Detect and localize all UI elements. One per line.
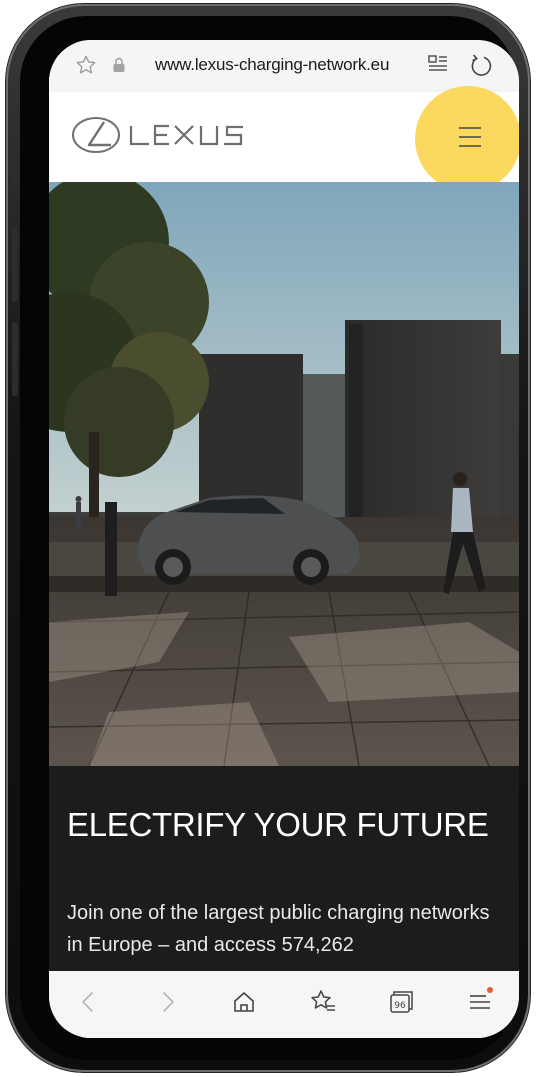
lexus-logo[interactable]	[71, 114, 267, 156]
side-button	[12, 228, 18, 302]
favourite-star-icon[interactable]	[75, 54, 97, 76]
tabs-icon: 96	[390, 991, 413, 1013]
home-icon[interactable]	[229, 987, 259, 1017]
side-button	[12, 148, 18, 188]
site-header	[49, 86, 519, 192]
hero-image	[49, 182, 519, 766]
reader-mode-icon[interactable]	[427, 53, 449, 77]
reload-icon[interactable]	[468, 53, 494, 79]
side-button	[12, 322, 18, 396]
url-text[interactable]: www.lexus-charging-network.eu	[155, 55, 389, 75]
hero-text-panel: ELECTRIFY YOUR FUTURE Join one of the la…	[49, 766, 519, 971]
hero-photo	[49, 182, 519, 766]
notification-dot	[487, 987, 493, 993]
hamburger-line	[459, 145, 481, 147]
lock-icon	[113, 57, 125, 72]
bookmarks-icon[interactable]	[308, 987, 338, 1017]
hamburger-line	[459, 136, 481, 138]
back-icon[interactable]	[73, 987, 103, 1017]
browser-address-bar: www.lexus-charging-network.eu	[49, 40, 519, 92]
forward-icon[interactable]	[153, 987, 183, 1017]
hero-body-text: Join one of the largest public charging …	[67, 902, 490, 956]
hero-headline: ELECTRIFY YOUR FUTURE	[67, 806, 489, 843]
tabs-button[interactable]: 96	[385, 987, 415, 1017]
hamburger-line	[459, 127, 481, 129]
tab-count: 96	[394, 1001, 406, 1011]
site-menu-button[interactable]	[455, 122, 485, 152]
browser-toolbar: 96	[49, 971, 519, 1038]
phone-screen: www.lexus-charging-network.eu ELECTRIFY …	[49, 40, 519, 1038]
